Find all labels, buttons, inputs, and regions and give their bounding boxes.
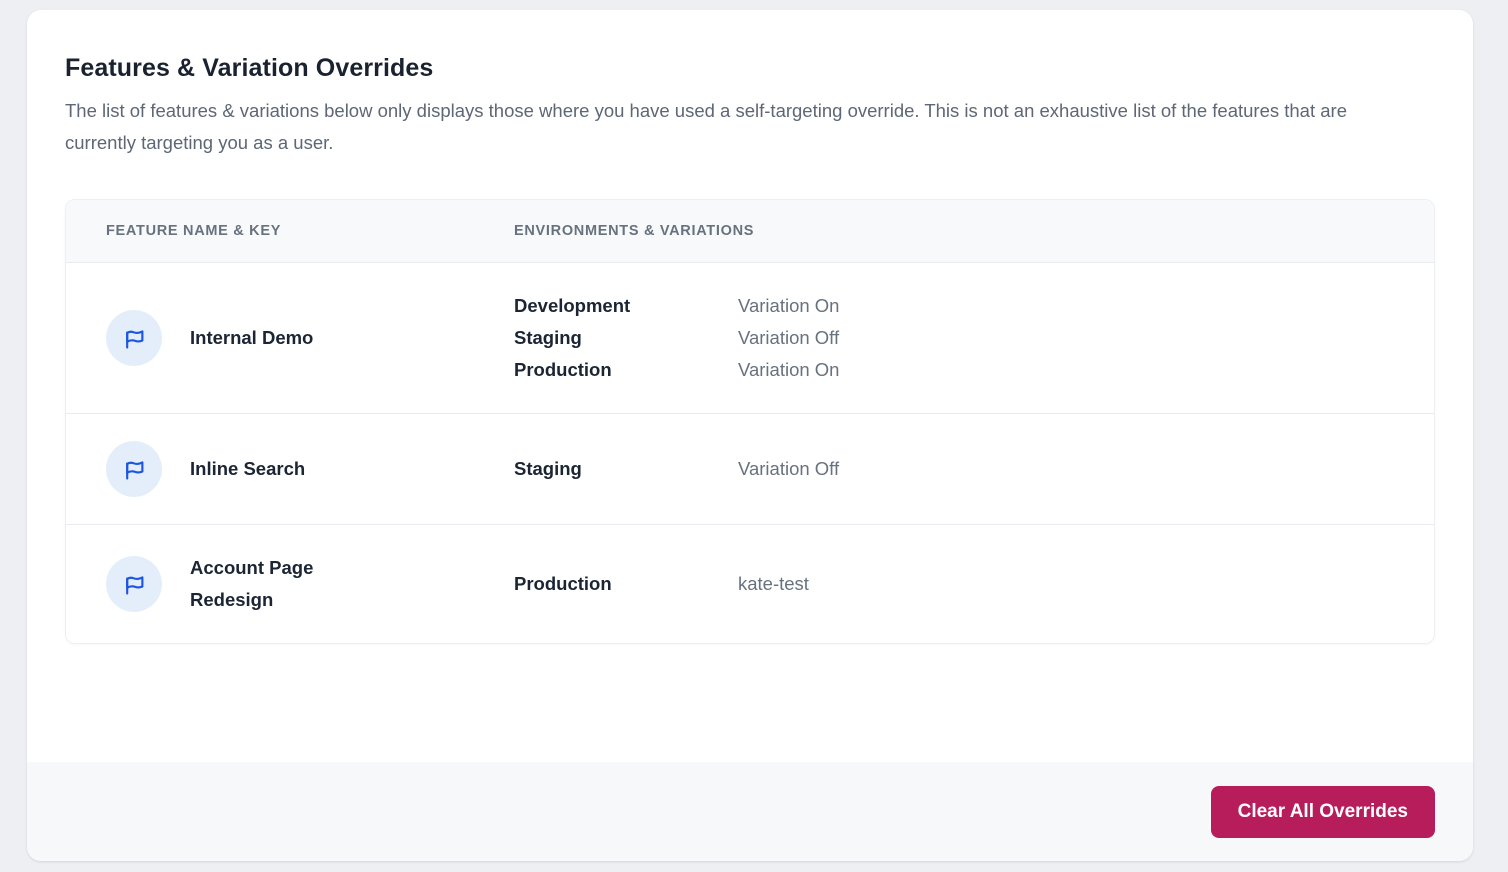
feature-cell: Account Page Redesign — [66, 552, 514, 616]
environment-variation-line: Production kate-test — [514, 568, 1434, 600]
variation-value: Variation Off — [738, 322, 839, 354]
flag-icon — [106, 441, 162, 497]
column-header-environments-variations: ENVIRONMENTS & VARIATIONS — [514, 223, 1434, 239]
environment-name: Staging — [514, 453, 738, 485]
environment-name: Development — [514, 290, 738, 322]
environment-name: Production — [514, 354, 738, 386]
column-header-feature-name-key: FEATURE NAME & KEY — [66, 223, 514, 239]
variation-value: Variation Off — [738, 453, 839, 485]
table-row: Inline Search Staging Variation Off — [66, 413, 1434, 524]
environment-name: Staging — [514, 322, 738, 354]
environments-cell: Staging Variation Off — [514, 453, 1434, 485]
environments-cell: Development Variation On Staging Variati… — [514, 290, 1434, 386]
panel-content: Features & Variation Overrides The list … — [27, 10, 1473, 762]
overrides-table: FEATURE NAME & KEY ENVIRONMENTS & VARIAT… — [65, 199, 1435, 644]
feature-name: Inline Search — [190, 453, 305, 485]
variation-value: kate-test — [738, 568, 809, 600]
page-description: The list of features & variations below … — [65, 95, 1410, 159]
overrides-panel: Features & Variation Overrides The list … — [27, 10, 1473, 861]
table-row: Internal Demo Development Variation On S… — [66, 263, 1434, 413]
variation-value: Variation On — [738, 354, 839, 386]
page-title: Features & Variation Overrides — [65, 54, 1435, 83]
feature-cell: Internal Demo — [66, 310, 514, 366]
panel-footer: Clear All Overrides — [27, 762, 1473, 861]
feature-cell: Inline Search — [66, 441, 514, 497]
variation-value: Variation On — [738, 290, 839, 322]
table-header-row: FEATURE NAME & KEY ENVIRONMENTS & VARIAT… — [66, 200, 1434, 263]
clear-all-overrides-button[interactable]: Clear All Overrides — [1211, 786, 1435, 838]
feature-name: Account Page Redesign — [190, 552, 370, 616]
environment-variation-line: Development Variation On — [514, 290, 1434, 322]
environment-variation-line: Staging Variation Off — [514, 322, 1434, 354]
feature-name: Internal Demo — [190, 322, 313, 354]
environments-cell: Production kate-test — [514, 568, 1434, 600]
environment-name: Production — [514, 568, 738, 600]
flag-icon — [106, 556, 162, 612]
table-row: Account Page Redesign Production kate-te… — [66, 524, 1434, 643]
flag-icon — [106, 310, 162, 366]
environment-variation-line: Staging Variation Off — [514, 453, 1434, 485]
environment-variation-line: Production Variation On — [514, 354, 1434, 386]
